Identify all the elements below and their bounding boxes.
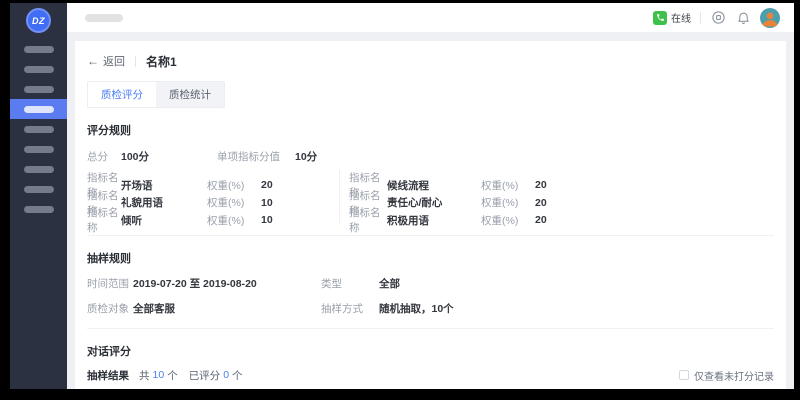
back-button[interactable]: ← 返回 bbox=[87, 53, 125, 69]
apps-icon[interactable] bbox=[710, 10, 726, 26]
sidebar-item[interactable] bbox=[10, 119, 67, 139]
topbar-divider bbox=[700, 12, 701, 24]
weight-label: 权重(%) bbox=[481, 213, 535, 228]
scoring-totals-row: 总分 100分 单项指标分值 10分 bbox=[87, 149, 774, 164]
total-score-label: 总分 bbox=[87, 149, 121, 164]
sidebar-item[interactable] bbox=[10, 39, 67, 59]
agent-status[interactable]: 在线 bbox=[653, 10, 691, 25]
sidebar-item[interactable] bbox=[10, 159, 67, 179]
sidebar-item[interactable] bbox=[10, 179, 67, 199]
indicator-name: 倾听 bbox=[121, 213, 207, 228]
sampling-label: 抽样方式 bbox=[321, 301, 379, 316]
back-label: 返回 bbox=[103, 53, 125, 69]
content-area: ← 返回 名称1 质检评分质检统计 评分规则 总分 100分 单项指标分值 10… bbox=[67, 33, 794, 389]
sampling-label: 类型 bbox=[321, 276, 379, 291]
summary-scored-count: 0 bbox=[223, 369, 229, 381]
section-divider bbox=[87, 235, 774, 236]
indicator-column-left: 指标名称开场语权重(%)20指标名称礼貌用语权重(%)10指标名称倾听权重(%)… bbox=[87, 170, 339, 223]
section-divider bbox=[87, 328, 774, 329]
back-arrow-icon: ← bbox=[87, 55, 99, 67]
indicator-name-label: 指标名称 bbox=[87, 205, 121, 235]
sampling-row: 时间范围2019-07-20 至 2019-08-20类型全部 bbox=[87, 276, 774, 291]
bell-icon[interactable] bbox=[735, 10, 751, 26]
topbar: 在线 bbox=[67, 3, 794, 33]
sidebar-item[interactable] bbox=[10, 79, 67, 99]
indicator-name: 积极用语 bbox=[387, 213, 481, 228]
indicator-row: 指标名称礼貌用语权重(%)10 bbox=[87, 188, 339, 206]
indicator-column-right: 指标名称候线流程权重(%)20指标名称责任心/耐心权重(%)20指标名称积极用语… bbox=[339, 170, 774, 223]
sidebar-item-placeholder bbox=[24, 206, 54, 213]
total-score-value: 100分 bbox=[121, 149, 217, 164]
avatar[interactable] bbox=[760, 8, 780, 28]
indicator-row: 指标名称责任心/耐心权重(%)20 bbox=[349, 188, 774, 206]
sampling-label: 时间范围 bbox=[87, 276, 133, 291]
sampling-value: 全部 bbox=[379, 276, 774, 291]
sampling-value: 2019-07-20 至 2019-08-20 bbox=[133, 276, 321, 291]
weight-value: 20 bbox=[535, 214, 774, 226]
sidebar-item-placeholder bbox=[24, 126, 54, 133]
sidebar-item-placeholder bbox=[24, 166, 54, 173]
sidebar-item-placeholder bbox=[24, 46, 54, 53]
indicator-row: 指标名称开场语权重(%)20 bbox=[87, 170, 339, 188]
unscored-filter-checkbox[interactable] bbox=[679, 370, 689, 380]
summary-scored-prefix: 已评分 bbox=[189, 368, 221, 383]
status-label: 在线 bbox=[671, 10, 691, 25]
sampling-summary-row: 抽样结果 共 10 个 已评分 0 个 仅查看未打分记录 bbox=[87, 368, 774, 383]
indicator-row: 指标名称积极用语权重(%)20 bbox=[349, 205, 774, 223]
unscored-filter-label: 仅查看未打分记录 bbox=[694, 368, 774, 383]
summary-total-prefix: 共 bbox=[139, 368, 150, 383]
sampling-row: 质检对象全部客服抽样方式随机抽取，10个 bbox=[87, 301, 774, 316]
indicator-row: 指标名称倾听权重(%)10 bbox=[87, 205, 339, 223]
sidebar-item-placeholder bbox=[24, 146, 54, 153]
sampling-rules-title: 抽样规则 bbox=[87, 250, 774, 266]
topbar-breadcrumb-placeholder bbox=[85, 14, 123, 22]
phone-icon bbox=[653, 11, 667, 25]
weight-label: 权重(%) bbox=[207, 213, 261, 228]
tab-bar: 质检评分质检统计 bbox=[87, 81, 225, 108]
sidebar-nav bbox=[10, 39, 67, 219]
sidebar-item-placeholder bbox=[24, 106, 54, 113]
summary-total-count: 10 bbox=[153, 369, 165, 381]
dialog-scoring-title: 对话评分 bbox=[87, 343, 774, 359]
detail-card: ← 返回 名称1 质检评分质检统计 评分规则 总分 100分 单项指标分值 10… bbox=[75, 41, 786, 389]
sidebar-item-placeholder bbox=[24, 66, 54, 73]
tab-quality-stats[interactable]: 质检统计 bbox=[156, 82, 224, 107]
breadcrumb: ← 返回 名称1 bbox=[87, 51, 774, 71]
sidebar-item[interactable] bbox=[10, 199, 67, 219]
indicator-name-label: 指标名称 bbox=[349, 205, 387, 235]
sidebar-item[interactable] bbox=[10, 139, 67, 159]
sidebar-item[interactable] bbox=[10, 59, 67, 79]
indicator-grid: 指标名称开场语权重(%)20指标名称礼貌用语权重(%)10指标名称倾听权重(%)… bbox=[87, 170, 774, 223]
app-window: DZ 在线 bbox=[10, 3, 794, 389]
tab-quality-scoring[interactable]: 质检评分 bbox=[88, 82, 156, 107]
item-score-value: 10分 bbox=[295, 149, 774, 164]
sampling-label: 质检对象 bbox=[87, 301, 133, 316]
sidebar-item[interactable] bbox=[10, 99, 67, 119]
sampling-value: 随机抽取，10个 bbox=[379, 301, 774, 316]
summary-total-unit: 个 bbox=[167, 368, 178, 383]
page-title: 名称1 bbox=[146, 53, 177, 70]
scoring-rules-title: 评分规则 bbox=[87, 122, 774, 138]
sidebar: DZ bbox=[10, 3, 67, 389]
weight-value: 10 bbox=[261, 214, 339, 226]
sampling-rows: 时间范围2019-07-20 至 2019-08-20类型全部质检对象全部客服抽… bbox=[87, 276, 774, 316]
sampling-value: 全部客服 bbox=[133, 301, 321, 316]
sidebar-item-placeholder bbox=[24, 186, 54, 193]
item-score-label: 单项指标分值 bbox=[217, 149, 295, 164]
summary-scored-unit: 个 bbox=[232, 368, 243, 383]
main-area: 在线 ← 返回 bbox=[67, 3, 794, 389]
summary-label: 抽样结果 bbox=[87, 368, 129, 383]
breadcrumb-divider bbox=[135, 56, 136, 67]
brand-logo[interactable]: DZ bbox=[26, 8, 51, 33]
sidebar-item-placeholder bbox=[24, 86, 54, 93]
indicator-row: 指标名称候线流程权重(%)20 bbox=[349, 170, 774, 188]
